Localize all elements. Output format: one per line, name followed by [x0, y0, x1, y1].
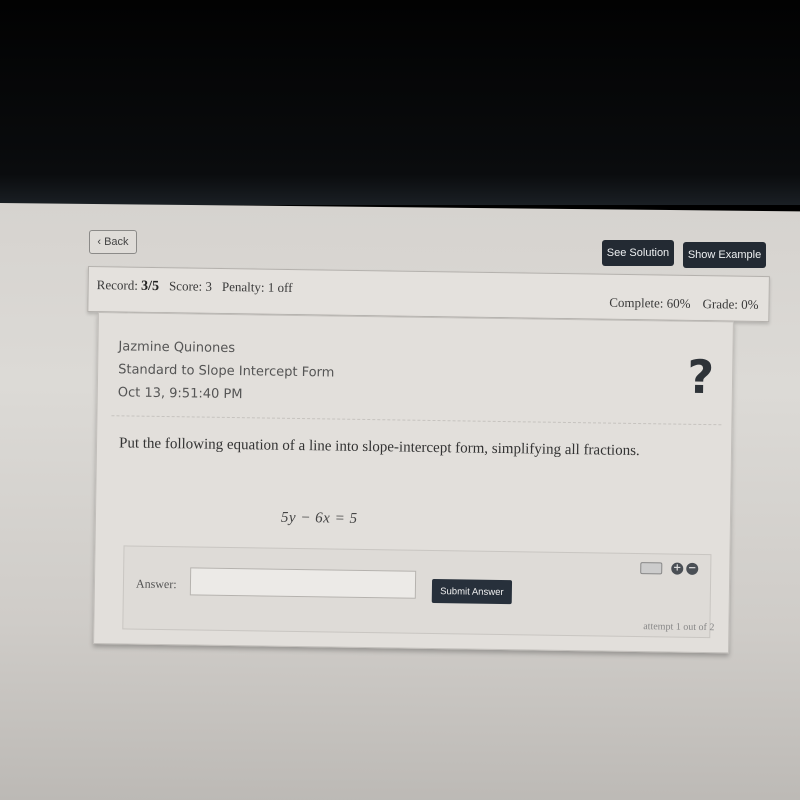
minus-circle-icon[interactable]: −	[686, 562, 699, 575]
record-value: 3/5	[140, 278, 160, 295]
monitor-bezel	[0, 0, 800, 205]
problem-meta: Jazmine Quinones Standard to Slope Inter…	[118, 335, 335, 407]
penalty: Penalty: 1 off	[221, 278, 293, 296]
grade-percent: Grade: 0%	[702, 296, 759, 312]
record-label: Record:	[96, 277, 138, 293]
attempt-counter: attempt 1 out of 2	[643, 621, 715, 634]
answer-input[interactable]	[189, 567, 417, 599]
chevron-left-icon: ‹	[97, 236, 102, 248]
divider	[111, 415, 722, 426]
answer-label: Answer:	[135, 576, 177, 592]
submit-answer-button[interactable]: Submit Answer	[431, 578, 513, 605]
help-question-icon[interactable]: ?	[687, 350, 714, 404]
complete-percent: Complete: 60%	[609, 294, 691, 311]
problem-card: Jazmine Quinones Standard to Slope Inter…	[93, 312, 734, 654]
back-label: Back	[104, 236, 129, 248]
show-example-button[interactable]: Show Example	[683, 242, 766, 268]
topic-title: Standard to Slope Intercept Form	[118, 362, 335, 381]
record: Record: 3/5	[97, 277, 160, 295]
student-name: Jazmine Quinones	[118, 339, 236, 357]
timestamp: Oct 13, 9:51:40 PM	[117, 385, 243, 403]
plus-circle-icon[interactable]: +	[671, 562, 684, 575]
keyboard-icon[interactable]	[640, 562, 663, 575]
score: Score: 3	[168, 278, 213, 294]
answer-area: + − Answer: Submit Answer	[122, 545, 712, 639]
question-prompt: Put the following equation of a line int…	[118, 435, 640, 460]
back-button[interactable]: ‹ Back	[89, 230, 137, 254]
answer-tools: + −	[640, 562, 699, 575]
equation: 5y − 6x = 5	[280, 509, 358, 527]
see-solution-button[interactable]: See Solution	[602, 240, 674, 266]
